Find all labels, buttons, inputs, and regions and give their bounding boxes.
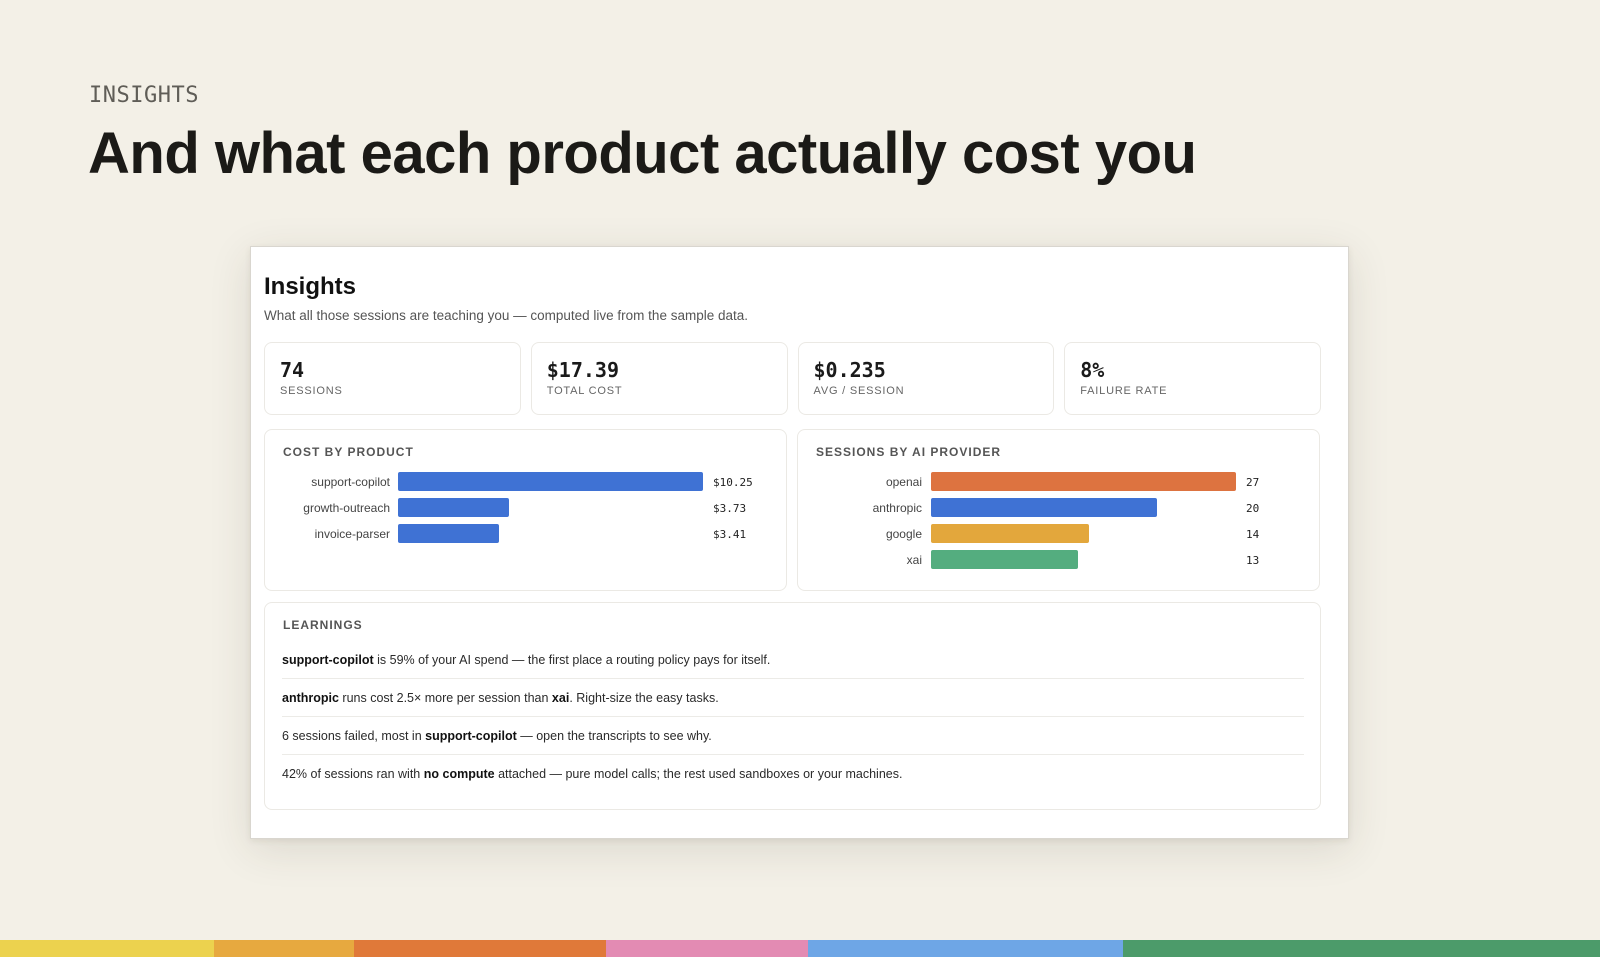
bar-category-label: anthropic [872,501,922,515]
stat-label: SESSIONS [280,385,343,397]
learning-item: anthropic runs cost 2.5× more per sessio… [282,679,1304,717]
learning-text: 6 sessions failed, most in [282,729,426,743]
stripe-segment [1123,940,1600,957]
learnings-card: LEARNINGS support-copilot is 59% of your… [264,602,1321,810]
learning-text: . Right-size the easy tasks. [569,691,719,705]
bar-category-label: google [885,527,922,541]
stats-row: 74 SESSIONS $17.39 TOTAL COST $0.235 AVG… [264,342,1321,415]
learning-emphasis: support-copilot [425,729,517,743]
bar-growth-outreach [398,498,509,517]
learning-text: is 59% of your AI spend — the first plac… [373,653,771,667]
bar-value-label: 14 [1246,528,1260,541]
stat-value: $0.235 [813,358,886,382]
bar-row: google 14 [798,524,1319,544]
bar-row: invoice-parser $3.41 [265,524,786,544]
stripe-segment [606,940,808,957]
bar-category-label: support-copilot [311,475,390,489]
bar-xai [931,550,1078,569]
cost-by-product-chart: COST BY PRODUCT support-copilot $10.25 gro… [264,429,787,591]
bar-value-label: 20 [1246,502,1260,515]
bar-category-label: invoice-parser [314,527,390,541]
bar-value-label: $10.25 [713,476,753,489]
bar-row: xai 13 [798,550,1319,570]
stat-card-avg-session: $0.235 AVG / SESSION [797,342,1055,415]
bar-row: openai 27 [798,472,1319,492]
bar-row: anthropic 20 [798,498,1319,518]
stripe-segment [0,940,215,957]
stat-value: 8% [1080,358,1105,382]
learning-emphasis: support-copilot [282,653,374,667]
bar-row: growth-outreach $3.73 [265,498,786,518]
bar-category-label: openai [885,475,922,489]
learning-text: — open the transcripts to see why. [516,729,712,743]
stat-value: 74 [280,358,305,382]
learning-item: support-copilot is 59% of your AI spend … [282,641,1304,679]
learning-item: 6 sessions failed, most in support-copil… [282,717,1304,755]
chart-title: SESSIONS BY AI PROVIDER [816,445,1002,459]
learning-text: runs cost 2.5× more per session than [338,691,552,705]
stat-label: FAILURE RATE [1080,385,1168,397]
learning-text: attached — pure model calls; the rest us… [494,767,903,781]
stat-value: $17.39 [546,358,619,382]
panel-subtitle: What all those sessions are teaching you… [264,308,748,323]
panel-title: Insights [264,273,357,300]
bar-support-copilot [398,472,703,491]
learning-emphasis: no compute [423,767,495,781]
bar-openai [931,472,1236,491]
learnings-heading: LEARNINGS [283,618,363,632]
learning-emphasis: anthropic [282,691,339,705]
bar-value-label: 13 [1246,554,1260,567]
bar-row: support-copilot $10.25 [265,472,786,492]
insights-panel: Insights What all those sessions are tea… [250,246,1349,839]
stripe-segment [807,940,1124,957]
slide-eyebrow: INSIGHTS [89,83,199,108]
stat-label: TOTAL COST [546,385,623,397]
bar-google [931,524,1089,543]
stat-card-total-cost: $17.39 TOTAL COST [530,342,788,415]
slide-headline: And what each product actually cost you [88,121,1197,186]
bar-value-label: $3.41 [713,528,747,541]
sessions-by-provider-chart: SESSIONS BY AI PROVIDER openai 27 anthropi… [797,429,1320,591]
bar-category-label: xai [906,553,922,567]
learning-emphasis: xai [551,691,570,705]
stripe-segment [353,940,607,957]
learning-item: 42% of sessions ran with no compute atta… [282,755,1304,793]
color-stripe [0,940,1600,957]
stat-card-failure-rate: 8% FAILURE RATE [1064,342,1321,415]
stat-card-sessions: 74 SESSIONS [264,342,521,415]
stripe-segment [214,940,354,957]
bar-value-label: $3.73 [713,502,747,515]
bar-value-label: 27 [1246,476,1260,489]
learning-text: 42% of sessions ran with [282,767,424,781]
stat-label: AVG / SESSION [813,385,905,397]
bar-category-label: growth-outreach [303,501,390,515]
chart-title: COST BY PRODUCT [283,445,414,459]
bar-invoice-parser [398,524,499,543]
bar-anthropic [931,498,1157,517]
